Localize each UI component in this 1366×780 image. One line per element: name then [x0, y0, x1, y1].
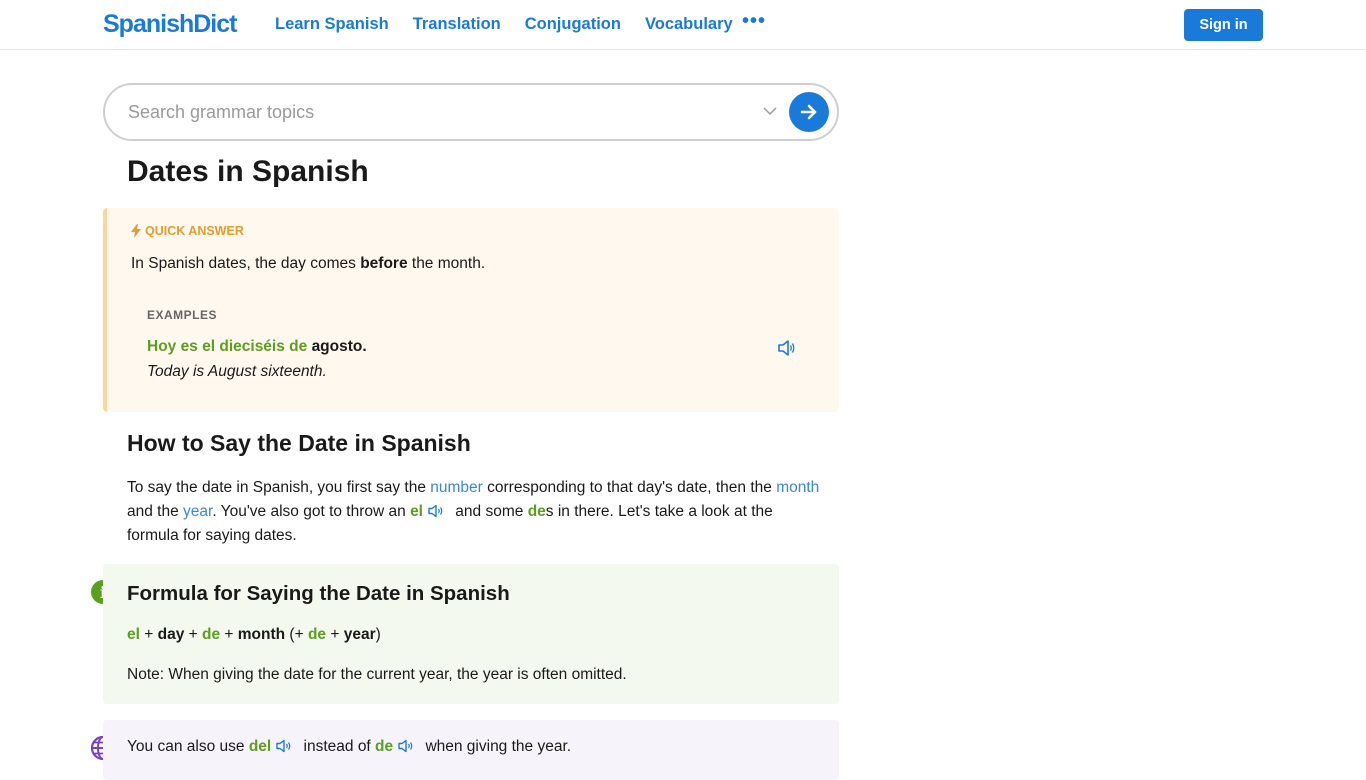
word-de[interactable]: de	[375, 738, 393, 755]
formula-line: el + day + de + month (+ de + year)	[127, 626, 381, 643]
spanishdict-logo[interactable]: SpanishDict	[103, 10, 237, 39]
quick-answer-text: In Spanish dates, the day comes before t…	[131, 255, 486, 272]
example-english: Today is August sixteenth.	[147, 363, 327, 380]
month-link[interactable]: month	[776, 479, 819, 496]
tip-box: You can also use del instead of de when …	[103, 720, 839, 780]
page-title: Dates in Spanish	[127, 155, 369, 188]
formula-box: Formula for Saying the Date in Spanish e…	[103, 564, 839, 704]
formula-note: Note: When giving the date for the curre…	[127, 666, 627, 683]
speaker-icon[interactable]	[397, 739, 415, 753]
grammar-search-bar	[103, 83, 839, 141]
arrow-right-icon	[800, 104, 817, 120]
top-navigation-bar: SpanishDict Learn Spanish Translation Co…	[0, 0, 1366, 50]
tip-text: You can also use del instead of de when …	[127, 738, 572, 755]
section-heading: How to Say the Date in Spanish	[127, 430, 471, 456]
nav-vocabulary[interactable]: Vocabulary	[645, 15, 733, 34]
lightning-icon	[131, 224, 141, 238]
formula-title: Formula for Saying the Date in Spanish	[127, 582, 510, 605]
more-menu-icon[interactable]: •••	[742, 10, 766, 33]
quick-answer-box: QUICK ANSWER In Spanish dates, the day c…	[103, 208, 839, 412]
word-del[interactable]: del	[249, 738, 271, 755]
quick-answer-label: QUICK ANSWER	[131, 224, 244, 238]
nav-conjugation[interactable]: Conjugation	[525, 15, 621, 34]
search-input[interactable]	[128, 99, 748, 125]
sign-in-button[interactable]: Sign in	[1184, 9, 1263, 41]
word-el[interactable]: el	[410, 503, 423, 520]
speaker-icon[interactable]	[275, 739, 293, 753]
example-spanish: Hoy es el dieciséis de agosto.	[147, 338, 367, 355]
nav-learn-spanish[interactable]: Learn Spanish	[275, 15, 389, 34]
number-link[interactable]: number	[430, 479, 483, 496]
main-nav: Learn Spanish Translation Conjugation Vo…	[275, 15, 757, 34]
speaker-icon[interactable]	[427, 504, 445, 518]
year-link[interactable]: year	[183, 503, 212, 520]
examples-label: EXAMPLES	[147, 308, 218, 322]
word-de[interactable]: de	[528, 503, 546, 520]
speaker-icon[interactable]	[777, 339, 795, 357]
chevron-down-icon[interactable]	[760, 101, 780, 121]
search-submit-button[interactable]	[789, 92, 829, 132]
nav-translation[interactable]: Translation	[413, 15, 501, 34]
section-paragraph: To say the date in Spanish, you first sa…	[127, 479, 820, 544]
